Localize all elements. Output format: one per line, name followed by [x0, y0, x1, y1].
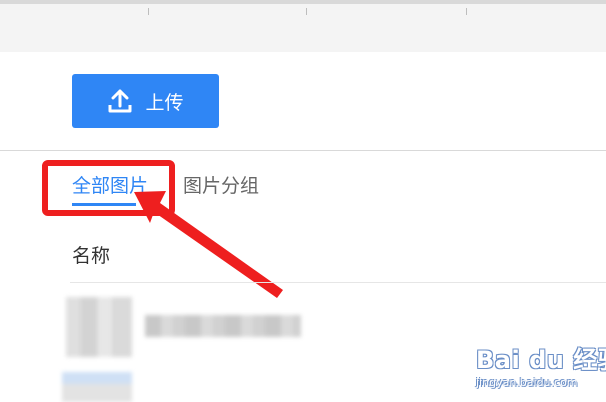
upload-button[interactable]: 上传: [72, 74, 219, 128]
upload-button-label: 上传: [145, 91, 184, 114]
divider: [0, 150, 606, 151]
image-thumbnail[interactable]: [66, 297, 132, 357]
separator-tick: [306, 8, 307, 15]
top-bar: [0, 0, 606, 52]
separator-tick: [466, 8, 467, 15]
list-divider: [70, 282, 606, 283]
watermark: Bai du 经验 jingyan.baidu.com: [476, 340, 606, 400]
name-column-header: 名称: [72, 245, 111, 267]
watermark-url: jingyan.baidu.com: [476, 376, 578, 389]
tab-image-groups[interactable]: 图片分组: [183, 174, 259, 198]
image-name-blurred[interactable]: [145, 315, 301, 337]
image-thumbnail[interactable]: [62, 372, 132, 402]
separator-tick: [148, 8, 149, 15]
active-tab-underline: [72, 203, 136, 206]
tab-all-images[interactable]: 全部图片: [72, 174, 148, 198]
upload-icon: [107, 88, 133, 114]
watermark-title: Bai du 经验: [476, 346, 606, 374]
